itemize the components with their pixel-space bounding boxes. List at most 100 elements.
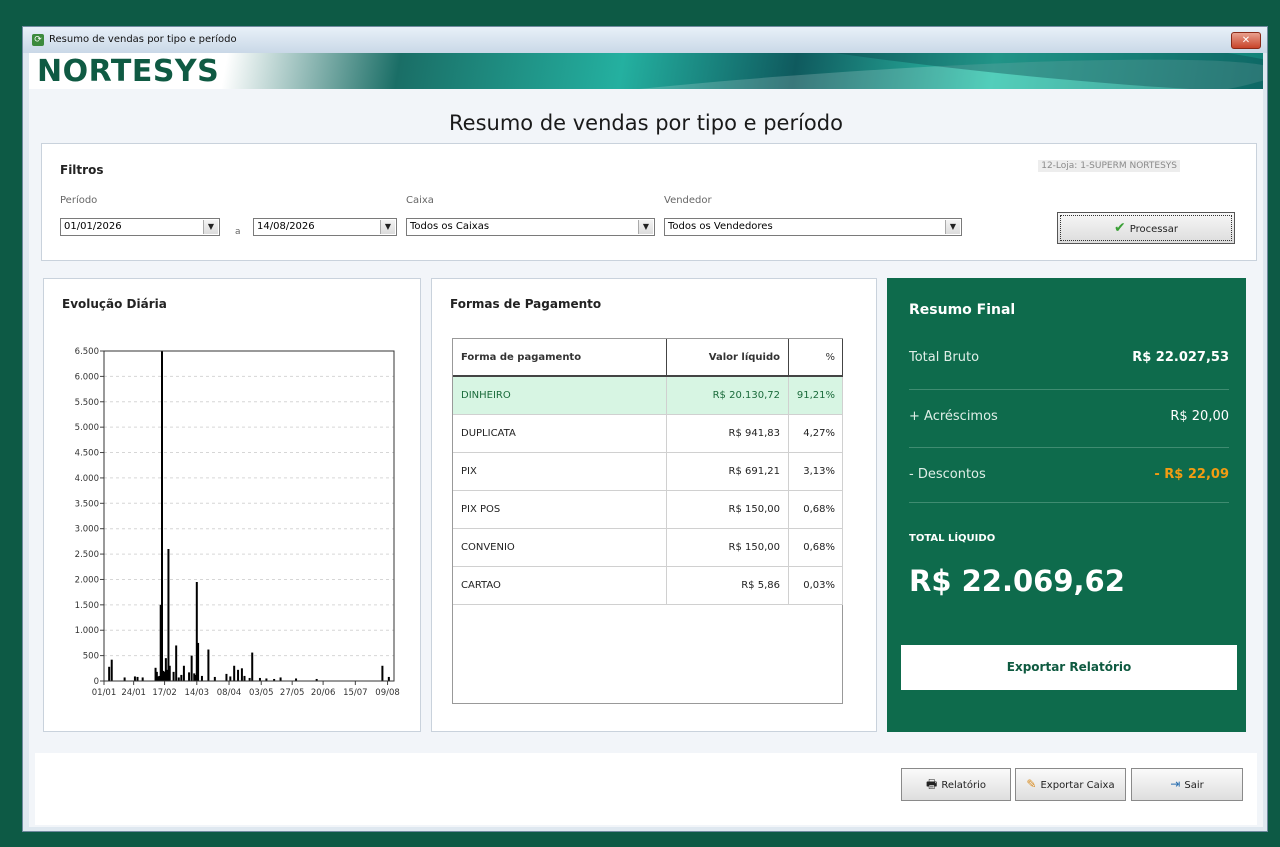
- chart-bar: [108, 666, 111, 681]
- payment-percent-cell: 0,03%: [789, 567, 843, 604]
- additions-label: + Acréscimos: [909, 409, 998, 424]
- payment-percent-cell: 4,27%: [789, 415, 843, 452]
- additions-row: + Acréscimos R$ 20,00: [909, 409, 1229, 429]
- exit-button[interactable]: ⇥ Sair: [1131, 768, 1243, 801]
- window-title: Resumo de vendas por tipo e período: [49, 34, 237, 45]
- payment-value-cell: R$ 5,86: [667, 567, 789, 604]
- discounts-label: - Descontos: [909, 467, 986, 482]
- chart-bar: [133, 676, 136, 681]
- period-label: Período: [60, 195, 98, 206]
- date-from-picker[interactable]: 01/01/2026 ▼: [60, 218, 220, 236]
- chart-bar: [233, 665, 236, 681]
- chart-bar: [168, 665, 171, 681]
- payment-percent-cell: 0,68%: [789, 529, 843, 566]
- chart-bar: [251, 652, 254, 681]
- gross-total-row: Total Bruto R$ 22.027,53: [909, 350, 1229, 370]
- cashier-select[interactable]: Todos os Caixas ▼: [406, 218, 655, 236]
- chart-bar: [197, 642, 200, 681]
- discounts-row: - Descontos - R$ 22,09: [909, 467, 1229, 487]
- chart-bar: [136, 676, 139, 681]
- seller-select[interactable]: Todos os Vendedores ▼: [664, 218, 962, 236]
- seller-label: Vendedor: [664, 195, 712, 206]
- main-window: ⟳ Resumo de vendas por tipo e período ✕ …: [22, 26, 1268, 832]
- y-tick-label: 4.500: [75, 449, 99, 459]
- table-row[interactable]: DUPLICATA R$ 941,83 4,27%: [453, 415, 843, 453]
- chart-bar: [387, 676, 390, 681]
- chart-bar: [175, 645, 178, 681]
- table-row[interactable]: CARTAO R$ 5,86 0,03%: [453, 567, 843, 605]
- cashier-label: Caixa: [406, 195, 434, 206]
- report-button-label: Relatório: [941, 780, 986, 791]
- payment-method-cell: PIX POS: [453, 491, 667, 528]
- y-tick-label: 6.500: [75, 347, 99, 357]
- plot-frame: [103, 350, 395, 682]
- date-from-value: 01/01/2026: [64, 221, 122, 232]
- printer-icon: 🖶: [926, 777, 938, 791]
- discounts-value: - R$ 22,09: [1154, 467, 1229, 482]
- x-tick-label: 20/06: [311, 688, 336, 698]
- y-tick-label: 0: [94, 677, 99, 687]
- column-header-method[interactable]: Forma de pagamento: [453, 339, 667, 375]
- close-button[interactable]: ✕: [1231, 32, 1261, 49]
- chevron-down-icon[interactable]: ▼: [203, 220, 218, 234]
- process-button[interactable]: ✔ Processar: [1057, 212, 1235, 244]
- payment-percent-cell: 91,21%: [789, 377, 843, 414]
- report-button[interactable]: 🖶 Relatório: [901, 768, 1011, 801]
- pencil-icon: ✎: [1026, 777, 1037, 791]
- chart-bar: [225, 673, 228, 681]
- chart-bar: [167, 549, 170, 681]
- chart-bar: [237, 669, 240, 681]
- daily-evolution-panel: Evolução Diária 0 500 1.000 1.500 2.000 2.500…: [43, 278, 421, 732]
- chart-bar: [123, 677, 126, 681]
- gross-total-label: Total Bruto: [909, 350, 980, 365]
- x-tick-label: 17/02: [152, 688, 177, 698]
- table-row[interactable]: PIX POS R$ 150,00 0,68%: [453, 491, 843, 529]
- exit-door-icon: ⇥: [1170, 777, 1181, 791]
- nortesys-logo: NORTESYS: [37, 54, 220, 89]
- brand-banner: NORTESYS: [29, 53, 1263, 89]
- payment-method-cell: DINHEIRO: [453, 377, 667, 414]
- main-content: Resumo de vendas por tipo e período Filt…: [29, 89, 1263, 827]
- column-header-percent[interactable]: %: [789, 339, 843, 375]
- column-header-value[interactable]: Valor líquido: [667, 339, 789, 375]
- chart-bar: [229, 676, 232, 681]
- check-icon: ✔: [1114, 220, 1126, 236]
- payment-methods-panel: Formas de Pagamento Forma de pagamento V…: [431, 278, 877, 732]
- app-icon: ⟳: [32, 34, 44, 46]
- chart-bar: [177, 677, 180, 681]
- payments-header: Formas de Pagamento: [450, 297, 602, 311]
- payment-value-cell: R$ 150,00: [667, 529, 789, 566]
- chart-bar: [182, 665, 185, 681]
- exit-button-label: Sair: [1184, 780, 1204, 791]
- payments-table[interactable]: Forma de pagamento Valor líquido % DINHE…: [452, 338, 843, 704]
- y-tick-label: 3.500: [75, 499, 99, 509]
- x-tick-label: 03/05: [249, 688, 274, 698]
- chevron-down-icon[interactable]: ▼: [945, 220, 960, 234]
- net-total-label: TOTAL LÍQUIDO: [909, 533, 996, 544]
- store-label: 12-Loja: 1-SUPERM NORTESYS: [1038, 160, 1180, 172]
- period-separator: a: [235, 227, 241, 237]
- chart-bar: [243, 675, 246, 681]
- filters-header: Filtros: [60, 163, 104, 177]
- footer-bar: 🖶 Relatório ✎ Exportar Caixa ⇥ Sair: [35, 753, 1257, 825]
- y-tick-label: 3.000: [75, 525, 99, 535]
- payment-percent-cell: 3,13%: [789, 453, 843, 490]
- daily-evolution-chart: 0 500 1.000 1.500 2.000 2.500 3.000 3.500 4.000 4…: [75, 347, 400, 698]
- export-cash-button[interactable]: ✎ Exportar Caixa: [1015, 768, 1126, 801]
- chevron-down-icon[interactable]: ▼: [638, 220, 653, 234]
- net-total-value: R$ 22.069,62: [909, 564, 1125, 598]
- x-tick-label: 01/01: [92, 688, 117, 698]
- export-report-button[interactable]: Exportar Relatório: [901, 645, 1237, 690]
- date-to-picker[interactable]: 14/08/2026 ▼: [253, 218, 397, 236]
- chevron-down-icon[interactable]: ▼: [380, 220, 395, 234]
- table-row[interactable]: PIX R$ 691,21 3,13%: [453, 453, 843, 491]
- chart-bar: [279, 677, 282, 681]
- y-tick-label: 4.000: [75, 474, 99, 484]
- table-row[interactable]: CONVENIO R$ 150,00 0,68%: [453, 529, 843, 567]
- table-row[interactable]: DINHEIRO R$ 20.130,72 91,21%: [453, 377, 843, 415]
- payment-percent-cell: 0,68%: [789, 491, 843, 528]
- divider: [909, 447, 1229, 448]
- payment-value-cell: R$ 941,83: [667, 415, 789, 452]
- payment-value-cell: R$ 691,21: [667, 453, 789, 490]
- table-header-row: Forma de pagamento Valor líquido %: [453, 339, 843, 377]
